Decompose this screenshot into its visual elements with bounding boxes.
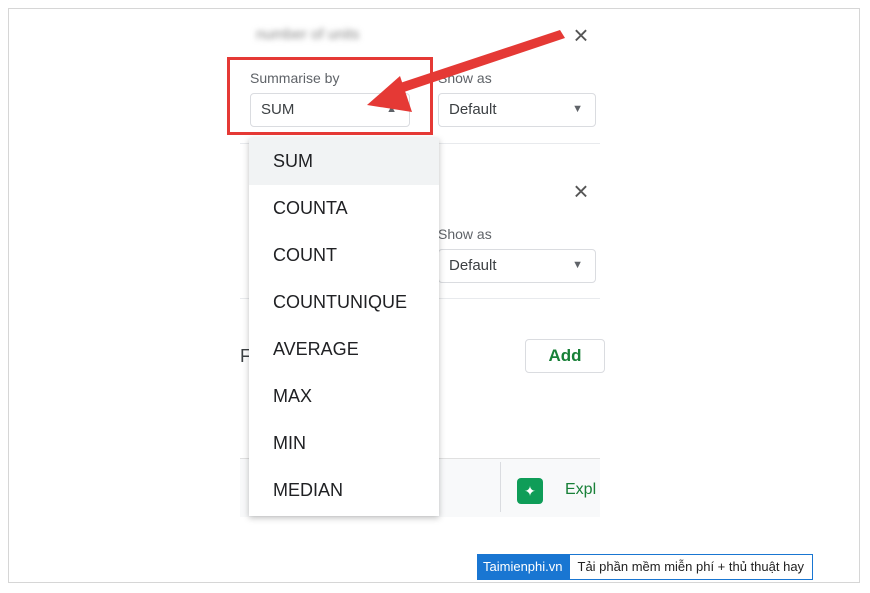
brand-slogan: Tải phần mềm miễn phí + thủ thuật hay bbox=[568, 554, 814, 580]
watermark-brand: Taimienphi.vn Tải phần mềm miễn phí + th… bbox=[477, 554, 814, 580]
brand-name: Taimienphi.vn bbox=[477, 554, 569, 580]
annotation-arrow bbox=[367, 30, 565, 112]
